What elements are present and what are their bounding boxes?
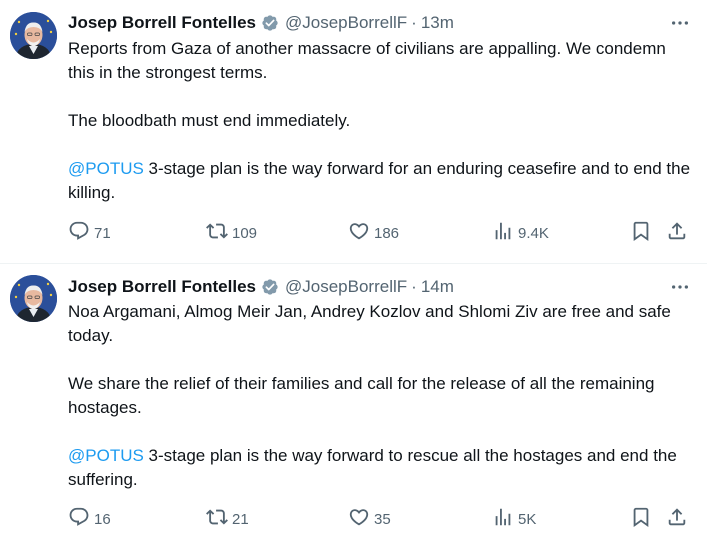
repost-icon [206, 220, 228, 246]
reply-icon [68, 506, 90, 532]
share-button[interactable] [666, 220, 688, 246]
tweet-paragraph-text: 3-stage plan is the way forward to rescu… [68, 446, 677, 489]
verified-badge-icon [260, 277, 280, 297]
author-name[interactable]: Josep Borrell Fontelles [68, 277, 256, 297]
mention-link[interactable]: @POTUS [68, 159, 144, 178]
tweet-paragraph: We share the relief of their families an… [68, 374, 655, 417]
mention-link[interactable]: @POTUS [68, 446, 144, 465]
tweet-paragraph: The bloodbath must end immediately. [68, 111, 351, 130]
share-icon [666, 220, 688, 246]
repost-count: 109 [232, 224, 258, 242]
more-icon[interactable] [669, 12, 691, 34]
reply-icon [68, 220, 90, 246]
like-count: 35 [374, 510, 391, 528]
views-count: 9.4K [518, 224, 549, 242]
views-icon [492, 220, 514, 246]
like-count: 186 [374, 224, 400, 242]
timestamp[interactable]: 14m [421, 277, 454, 297]
separator-dot: · [411, 277, 417, 296]
timestamp[interactable]: 13m [421, 13, 454, 33]
tweet-paragraph-text: 3-stage plan is the way forward for an e… [68, 159, 691, 202]
like-button[interactable]: 35 [348, 506, 391, 532]
views-button[interactable]: 5K [492, 506, 536, 532]
reply-button[interactable]: 16 [68, 506, 111, 532]
tweet-text: Reports from Gaza of another massacre of… [68, 37, 693, 205]
views-icon [492, 506, 514, 532]
tweet-header: Josep Borrell Fontelles @JosepBorrellF ·… [68, 276, 454, 298]
repost-count: 21 [232, 510, 249, 528]
author-handle[interactable]: @JosepBorrellF [285, 13, 407, 33]
bookmark-icon [630, 506, 652, 532]
bookmark-button[interactable] [630, 506, 652, 532]
like-icon [348, 506, 370, 532]
tweet-paragraph: @POTUS 3-stage plan is the way forward f… [68, 157, 693, 205]
tweet-paragraph: Noa Argamani, Almog Meir Jan, Andrey Koz… [68, 302, 671, 345]
tweet-header: Josep Borrell Fontelles @JosepBorrellF ·… [68, 12, 454, 34]
like-icon [348, 220, 370, 246]
views-count: 5K [518, 510, 537, 528]
reply-count: 71 [94, 224, 111, 242]
tweet[interactable]: Josep Borrell Fontelles @JosepBorrellF ·… [0, 0, 707, 264]
bookmark-icon [630, 220, 652, 246]
like-button[interactable]: 186 [348, 220, 399, 246]
verified-badge-icon [260, 13, 280, 33]
tweet-actions: 16 21 35 5K [68, 506, 693, 532]
tweet-paragraph: Reports from Gaza of another massacre of… [68, 39, 666, 82]
author-handle[interactable]: @JosepBorrellF [285, 277, 407, 297]
avatar[interactable] [10, 12, 57, 59]
more-icon[interactable] [669, 276, 691, 298]
views-button[interactable]: 9.4K [492, 220, 549, 246]
reply-button[interactable]: 71 [68, 220, 111, 246]
repost-button[interactable]: 109 [206, 220, 257, 246]
tweet-paragraph: @POTUS 3-stage plan is the way forward t… [68, 444, 693, 492]
avatar[interactable] [10, 275, 57, 322]
author-name[interactable]: Josep Borrell Fontelles [68, 13, 256, 33]
repost-button[interactable]: 21 [206, 506, 249, 532]
repost-icon [206, 506, 228, 532]
share-button[interactable] [666, 506, 688, 532]
bookmark-button[interactable] [630, 220, 652, 246]
reply-count: 16 [94, 510, 111, 528]
share-icon [666, 506, 688, 532]
separator-dot: · [411, 13, 417, 32]
tweet-text: Noa Argamani, Almog Meir Jan, Andrey Koz… [68, 300, 693, 492]
tweet-actions: 71 109 186 9.4K [68, 220, 693, 246]
tweet[interactable]: Josep Borrell Fontelles @JosepBorrellF ·… [0, 264, 707, 546]
